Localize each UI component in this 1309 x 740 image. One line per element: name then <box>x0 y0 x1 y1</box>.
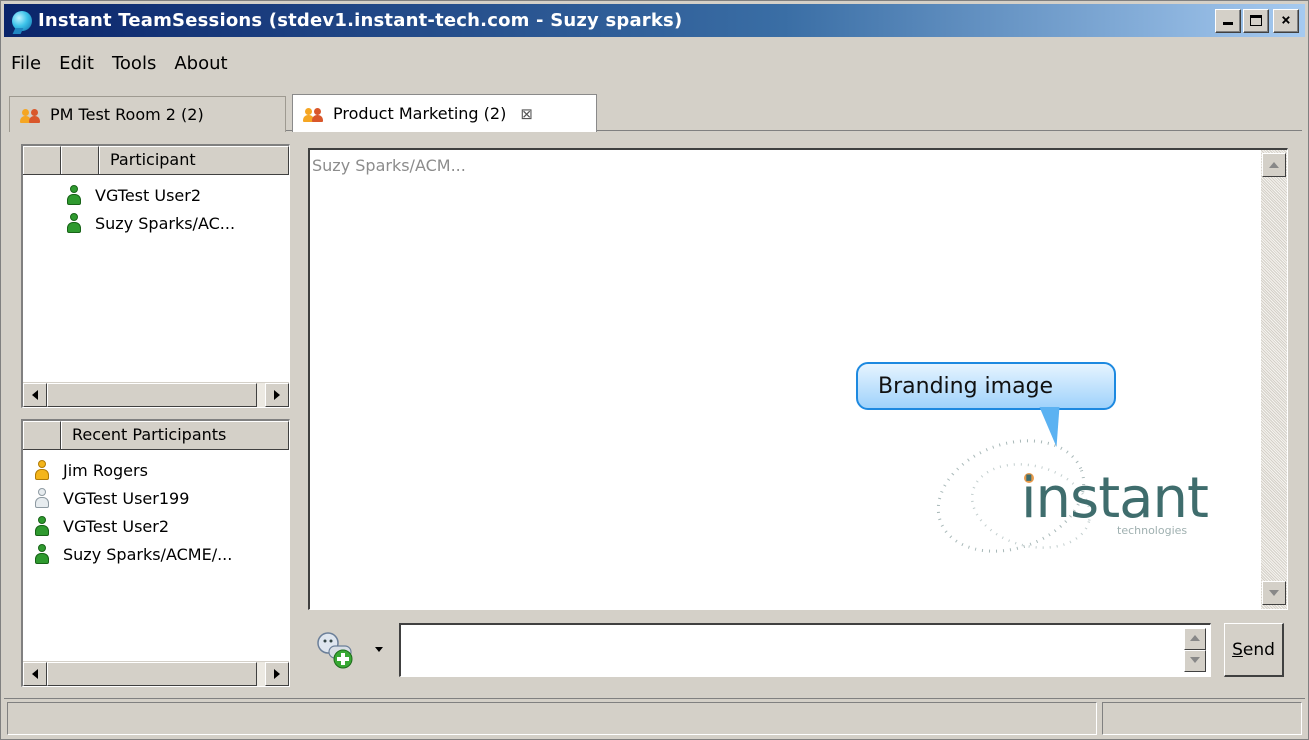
recent-list: Jim Rogers VGTest User199 VGTest User2 S… <box>23 450 289 568</box>
transcript-vscrollbar[interactable] <box>1261 150 1287 609</box>
message-input[interactable] <box>399 623 1211 677</box>
window-controls: × <box>1215 9 1299 33</box>
people-group-icon <box>20 107 42 123</box>
close-button[interactable]: × <box>1273 9 1299 33</box>
title-bar[interactable]: Instant TeamSessions (stdev1.instant-tec… <box>4 4 1305 37</box>
participants-header: Participant <box>23 146 289 175</box>
list-item[interactable]: Suzy Sparks/AC... <box>23 209 289 237</box>
scroll-thumb[interactable] <box>47 383 257 407</box>
scroll-right-button[interactable] <box>265 662 289 686</box>
participant-name: Suzy Sparks/AC... <box>95 213 236 233</box>
list-item[interactable]: VGTest User2 <box>23 512 289 540</box>
maximize-button[interactable] <box>1243 9 1269 33</box>
menu-tools[interactable]: Tools <box>103 53 165 74</box>
menu-bar: File Edit Tools About <box>4 48 237 78</box>
menu-about[interactable]: About <box>165 53 236 74</box>
transcript-line: Suzy Sparks/ACM... <box>312 156 466 175</box>
scroll-left-button[interactable] <box>23 662 47 686</box>
column-participant[interactable]: Participant <box>99 146 289 174</box>
room-tab-strip: PM Test Room 2 (2) Product Marketing (2)… <box>9 94 1302 132</box>
menu-edit[interactable]: Edit <box>50 53 103 74</box>
scroll-left-button[interactable] <box>23 383 47 407</box>
minimize-button[interactable] <box>1215 9 1241 33</box>
scroll-up-button[interactable] <box>1184 628 1206 650</box>
list-item[interactable]: Suzy Sparks/ACME/... <box>23 540 289 568</box>
emoticon-add-icon[interactable] <box>315 628 357 672</box>
emoticon-dropdown-icon[interactable] <box>375 647 383 652</box>
user-away-icon <box>35 460 49 480</box>
scroll-down-button[interactable] <box>1262 581 1286 605</box>
scroll-thumb[interactable] <box>47 662 257 686</box>
send-button[interactable]: Send <box>1224 623 1284 677</box>
participant-name: VGTest User199 <box>63 488 190 508</box>
status-cell-secondary <box>1102 702 1302 735</box>
user-online-icon <box>67 213 81 233</box>
status-cell-main <box>7 702 1097 735</box>
list-item[interactable]: VGTest User199 <box>23 484 289 512</box>
status-bar <box>4 698 1305 736</box>
chat-bubble-icon <box>12 10 32 31</box>
logo-word: instant <box>1021 466 1209 531</box>
tab-label: Product Marketing (2) <box>333 104 507 123</box>
participant-list: VGTest User2 Suzy Sparks/AC... <box>23 175 289 237</box>
user-online-icon <box>67 185 81 205</box>
menu-file[interactable]: File <box>4 53 50 74</box>
list-item[interactable]: VGTest User2 <box>23 181 289 209</box>
scroll-down-button[interactable] <box>1184 650 1206 672</box>
user-online-icon <box>35 544 49 564</box>
list-item[interactable]: Jim Rogers <box>23 456 289 484</box>
participant-name: VGTest User2 <box>95 185 202 205</box>
column-status[interactable] <box>23 146 61 174</box>
scroll-up-button[interactable] <box>1262 153 1286 177</box>
window-title: Instant TeamSessions (stdev1.instant-tec… <box>38 10 683 31</box>
scroll-right-button[interactable] <box>265 383 289 407</box>
app-window: Instant TeamSessions (stdev1.instant-tec… <box>0 0 1309 740</box>
logo-subtitle: technologies <box>1117 524 1188 537</box>
recent-participants-panel: Recent Participants Jim Rogers VGTest Us… <box>21 419 290 687</box>
user-offline-icon <box>35 488 49 508</box>
recent-hscrollbar[interactable] <box>23 661 289 686</box>
recent-header: Recent Participants <box>23 421 289 450</box>
tab-product-marketing[interactable]: Product Marketing (2) ⊠ <box>292 94 597 132</box>
tab-label: PM Test Room 2 (2) <box>50 105 204 124</box>
column-status[interactable] <box>23 421 61 449</box>
input-spinner <box>1184 628 1206 672</box>
participants-hscrollbar[interactable] <box>23 382 289 407</box>
branding-callout: Branding image <box>856 362 1116 410</box>
participant-name: Jim Rogers <box>63 460 148 480</box>
participant-name: VGTest User2 <box>63 516 170 536</box>
participants-panel: Participant VGTest User2 Suzy Sparks/AC.… <box>21 144 290 408</box>
brand-logo: instant technologies <box>921 416 1221 586</box>
column-icon[interactable] <box>61 146 99 174</box>
column-recent-participants[interactable]: Recent Participants <box>61 421 289 449</box>
tab-pm-test-room-2[interactable]: PM Test Room 2 (2) <box>9 96 286 132</box>
participant-name: Suzy Sparks/ACME/... <box>63 544 233 564</box>
tab-close-icon[interactable]: ⊠ <box>520 105 533 123</box>
user-online-icon <box>35 516 49 536</box>
people-group-icon <box>303 106 325 122</box>
